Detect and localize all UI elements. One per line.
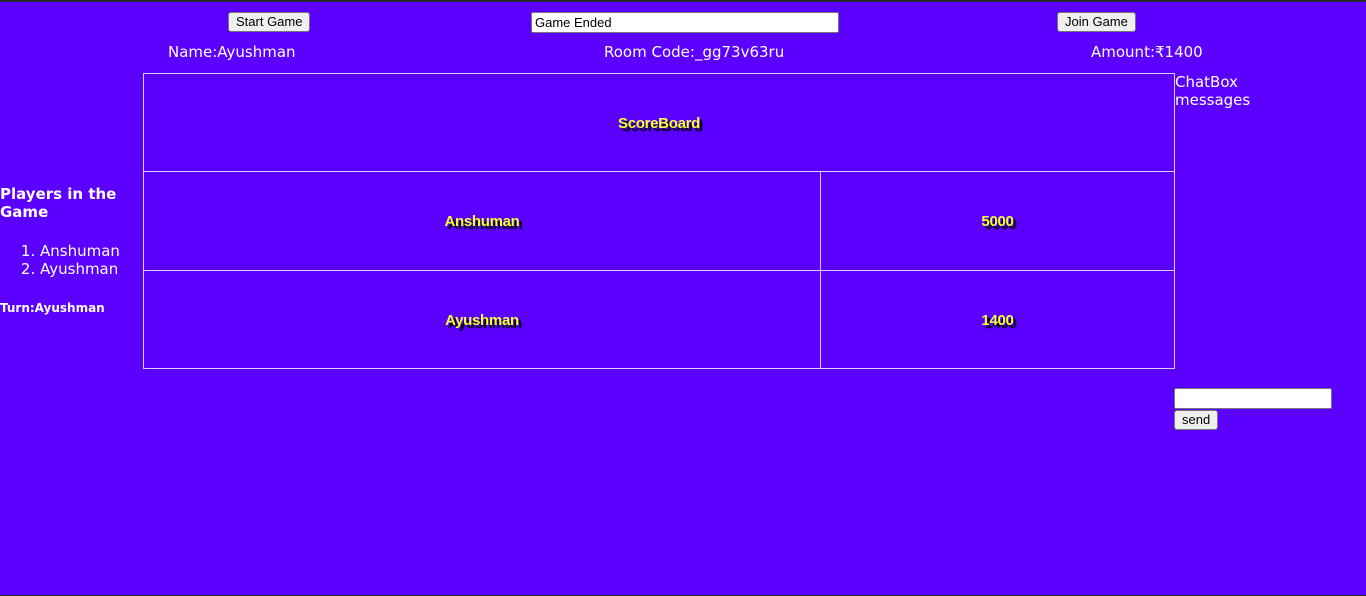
- score-player-value: 1400: [981, 311, 1014, 329]
- room-code: Room Code:_gg73v63ru: [604, 43, 785, 61]
- score-value-cell: 5000: [820, 171, 1175, 271]
- turn-indicator: Turn:Ayushman: [0, 301, 105, 315]
- score-value-cell: 1400: [820, 269, 1175, 370]
- players-list: Anshuman Ayushman: [0, 242, 120, 278]
- table-row: Ayushman 1400: [143, 269, 1175, 370]
- players-heading: Players in the Game: [0, 185, 117, 221]
- chat-message-input[interactable]: [1174, 388, 1332, 409]
- scoreboard-title-row: ScoreBoard: [143, 72, 1175, 173]
- score-name-cell: Anshuman: [143, 171, 821, 271]
- player-list-item: Ayushman: [40, 260, 120, 278]
- join-game-button[interactable]: Join Game: [1057, 12, 1136, 32]
- send-button[interactable]: send: [1174, 410, 1219, 430]
- start-game-button[interactable]: Start Game: [228, 12, 311, 32]
- player-name: Name:Ayushman: [168, 43, 296, 61]
- score-player-name: Ayushman: [445, 311, 519, 329]
- score-name-cell: Ayushman: [143, 269, 821, 370]
- game-status-field[interactable]: [531, 12, 839, 33]
- scoreboard-title-cell: ScoreBoard: [143, 72, 1175, 173]
- scoreboard-table: ScoreBoard Anshuman 5000 Ayushman 1400: [143, 72, 1175, 370]
- player-amount: Amount:₹1400: [1091, 43, 1203, 61]
- chatbox-panel: ChatBox messages: [1175, 73, 1250, 109]
- player-list-item: Anshuman: [40, 242, 120, 260]
- chatbox-title: ChatBox: [1175, 73, 1238, 91]
- table-row: Anshuman 5000: [143, 171, 1175, 271]
- scoreboard-title: ScoreBoard: [617, 115, 701, 133]
- score-player-name: Anshuman: [444, 213, 520, 231]
- score-player-value: 5000: [981, 213, 1014, 231]
- chatbox-messages: messages: [1175, 91, 1251, 109]
